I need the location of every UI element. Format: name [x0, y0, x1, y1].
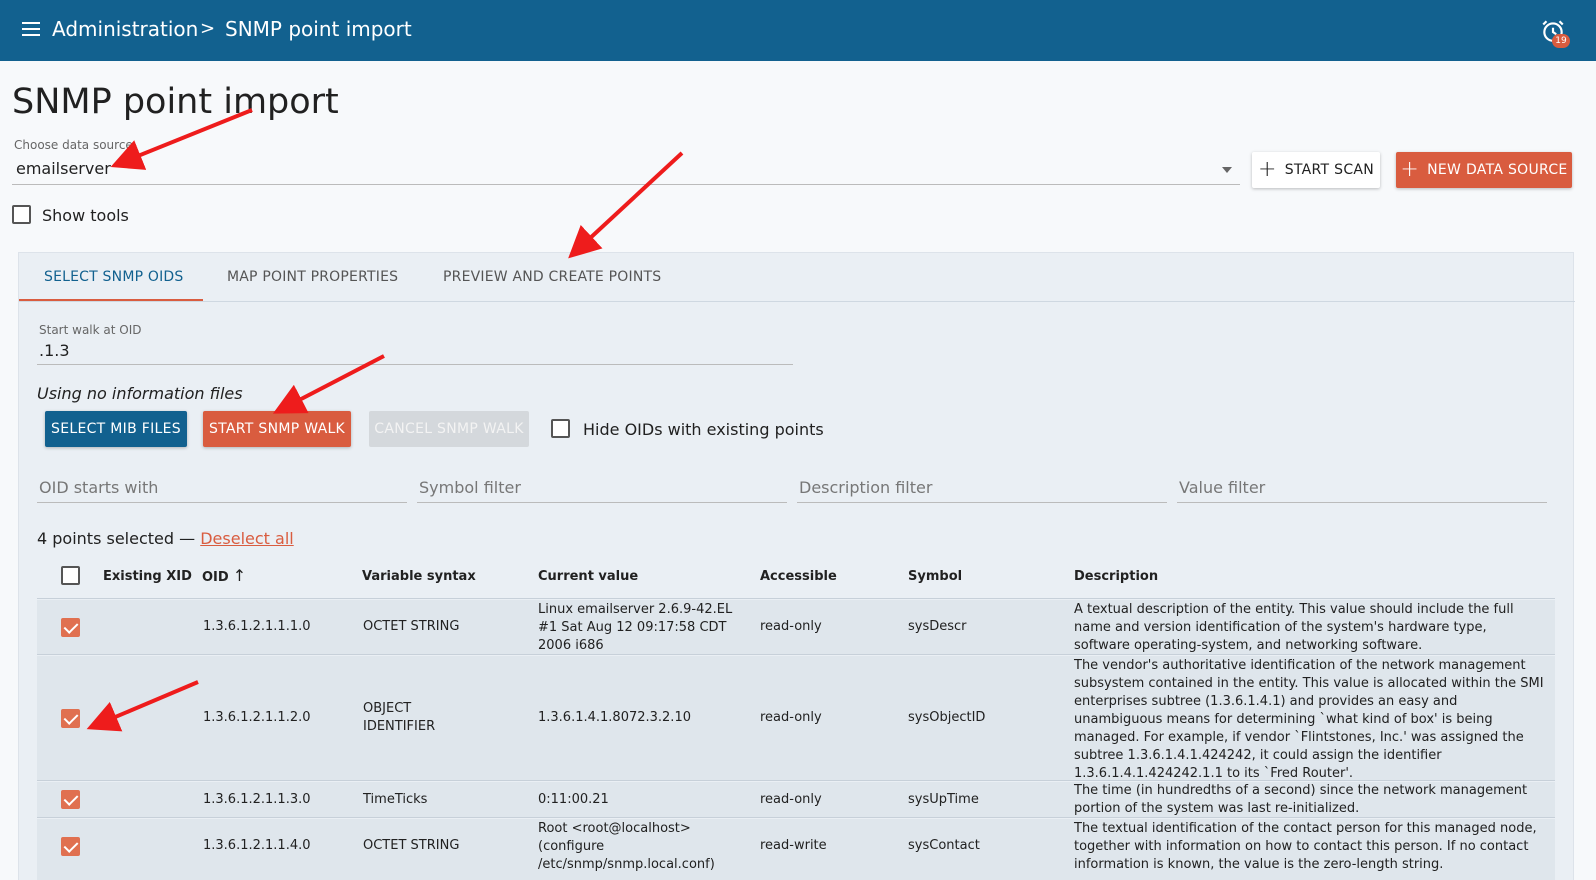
table-row[interactable]: 1.3.6.1.2.1.1.4.0 OCTET STRING Root <roo…: [37, 819, 1555, 880]
table-header: Existing XID OID ↑ Variable syntax Curren…: [37, 555, 1555, 599]
page-title: SNMP point import: [12, 82, 339, 122]
row-oid: 1.3.6.1.2.1.1.4.0: [203, 838, 311, 853]
arrow-up-icon: ↑: [232, 566, 247, 585]
row-accessible: read-only: [760, 619, 822, 634]
tab-preview-and-create-points[interactable]: PREVIEW AND CREATE POINTS: [443, 269, 661, 285]
header-symbol[interactable]: Symbol: [908, 569, 962, 584]
value-filter-input[interactable]: [1177, 473, 1547, 502]
tab-map-point-properties[interactable]: MAP POINT PROPERTIES: [227, 269, 398, 285]
row-value: 1.3.6.1.4.1.8072.3.2.10: [538, 710, 691, 725]
oid-filter-field[interactable]: [37, 473, 407, 503]
breadcrumb-separator: >: [200, 18, 216, 39]
hide-existing-checkbox[interactable]: [551, 419, 570, 438]
table-row[interactable]: 1.3.6.1.2.1.1.3.0 TimeTicks 0:11:00.21 r…: [37, 782, 1555, 818]
header-oid-label: OID: [202, 570, 229, 585]
row-syntax: OCTET STRING: [363, 619, 460, 634]
row-accessible: read-only: [760, 792, 822, 807]
row-accessible: read-write: [760, 838, 827, 853]
new-data-source-label: NEW DATA SOURCE: [1427, 162, 1568, 178]
description-filter-input[interactable]: [797, 473, 1167, 502]
table-row[interactable]: 1.3.6.1.2.1.1.2.0 OBJECT IDENTIFIER 1.3.…: [37, 656, 1555, 781]
tabs-divider: [19, 301, 1575, 302]
row-checkbox[interactable]: [61, 709, 80, 728]
select-all-checkbox[interactable]: [61, 566, 80, 585]
menu-icon[interactable]: [22, 22, 40, 36]
row-symbol: sysContact: [908, 838, 980, 853]
row-symbol: sysUpTime: [908, 792, 979, 807]
new-data-source-button[interactable]: + NEW DATA SOURCE: [1396, 152, 1572, 188]
info-files-text: Using no information files: [37, 384, 243, 403]
plus-icon: +: [1257, 157, 1277, 182]
selection-count: 4 points selected —: [37, 529, 196, 548]
header-description[interactable]: Description: [1074, 569, 1158, 584]
row-syntax: OCTET STRING: [363, 838, 460, 853]
hide-existing-label: Hide OIDs with existing points: [583, 420, 824, 439]
select-mib-files-button[interactable]: SELECT MIB FILES: [45, 411, 187, 447]
row-description: The textual identification of the contac…: [1074, 821, 1537, 872]
row-syntax: TimeTicks: [363, 792, 428, 807]
breadcrumb-administration[interactable]: Administration: [52, 17, 198, 41]
start-scan-label: START SCAN: [1284, 162, 1375, 178]
row-accessible: read-only: [760, 710, 822, 725]
data-source-select[interactable]: emailserver: [12, 155, 1240, 185]
show-tools-checkbox[interactable]: [12, 205, 31, 224]
tab-select-snmp-oids[interactable]: SELECT SNMP OIDS: [44, 269, 184, 285]
alarm-count-badge: 19: [1552, 34, 1570, 48]
show-tools-label: Show tools: [42, 206, 129, 225]
data-source-value: emailserver: [16, 159, 111, 178]
selection-summary: 4 points selected — Deselect all: [37, 529, 294, 548]
row-checkbox[interactable]: [61, 790, 80, 809]
row-symbol: sysObjectID: [908, 710, 986, 725]
header-current-value[interactable]: Current value: [538, 569, 638, 584]
header-existing-xid[interactable]: Existing XID: [103, 569, 192, 584]
row-value: Linux emailserver 2.6.9-42.EL #1 Sat Aug…: [538, 602, 733, 653]
row-oid: 1.3.6.1.2.1.1.3.0: [203, 792, 311, 807]
row-symbol: sysDescr: [908, 619, 967, 634]
header-oid[interactable]: OID ↑: [202, 566, 246, 585]
row-oid: 1.3.6.1.2.1.1.2.0: [203, 710, 311, 725]
walk-oid-label: Start walk at OID: [39, 323, 142, 337]
active-tab-indicator: [19, 299, 203, 301]
header-accessible[interactable]: Accessible: [760, 569, 837, 584]
row-checkbox[interactable]: [61, 837, 80, 856]
row-description: The vendor's authoritative identificatio…: [1074, 658, 1544, 781]
table-row[interactable]: 1.3.6.1.2.1.1.1.0 OCTET STRING Linux ema…: [37, 600, 1555, 655]
chevron-down-icon: [1222, 167, 1232, 173]
symbol-filter-input[interactable]: [417, 473, 787, 502]
cancel-snmp-walk-button: CANCEL SNMP WALK: [369, 411, 529, 447]
plus-icon: +: [1400, 157, 1420, 182]
row-description: A textual description of the entity. Thi…: [1074, 602, 1514, 653]
value-filter-field[interactable]: [1177, 473, 1547, 503]
deselect-all-link[interactable]: Deselect all: [200, 529, 293, 548]
row-description: The time (in hundredths of a second) sin…: [1074, 783, 1528, 816]
import-panel: SELECT SNMP OIDS MAP POINT PROPERTIES PR…: [18, 252, 1575, 880]
row-value: 0:11:00.21: [538, 792, 609, 807]
start-scan-button[interactable]: + START SCAN: [1252, 152, 1380, 188]
row-value: Root <root@localhost> (configure /etc/sn…: [538, 821, 715, 872]
walk-oid-input[interactable]: .1.3: [37, 339, 793, 365]
breadcrumb-current: SNMP point import: [225, 17, 412, 41]
data-source-label: Choose data source: [14, 138, 133, 152]
walk-oid-value: .1.3: [39, 341, 70, 360]
start-snmp-walk-button[interactable]: START SNMP WALK: [203, 411, 351, 447]
symbol-filter-field[interactable]: [417, 473, 787, 503]
description-filter-field[interactable]: [797, 473, 1167, 503]
oid-filter-input[interactable]: [37, 473, 407, 502]
row-checkbox[interactable]: [61, 618, 80, 637]
row-syntax: OBJECT IDENTIFIER: [363, 701, 436, 734]
top-app-bar: Administration > SNMP point import 19: [0, 0, 1596, 61]
row-oid: 1.3.6.1.2.1.1.1.0: [203, 619, 311, 634]
header-variable-syntax[interactable]: Variable syntax: [362, 569, 476, 584]
